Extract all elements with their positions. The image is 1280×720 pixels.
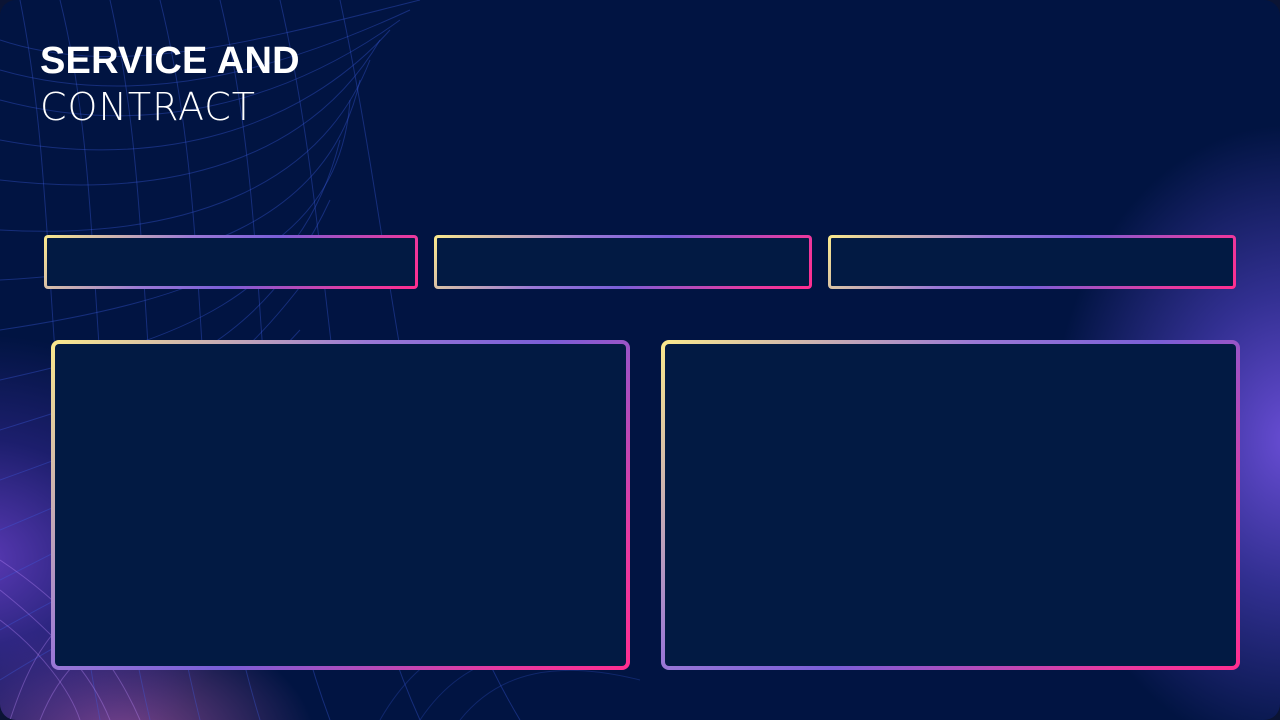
title-light-line: CONTRACT — [40, 84, 257, 129]
large-panel-left — [51, 340, 630, 670]
small-panel-2 — [434, 235, 812, 289]
large-panel-right — [661, 340, 1240, 670]
slide: SERVICE AND CONTRACT — [0, 0, 1280, 720]
small-panel-1 — [44, 235, 418, 289]
title-bold-line: SERVICE AND — [40, 40, 300, 82]
small-panel-3 — [828, 235, 1236, 289]
slide-title: SERVICE AND CONTRACT — [40, 40, 300, 129]
